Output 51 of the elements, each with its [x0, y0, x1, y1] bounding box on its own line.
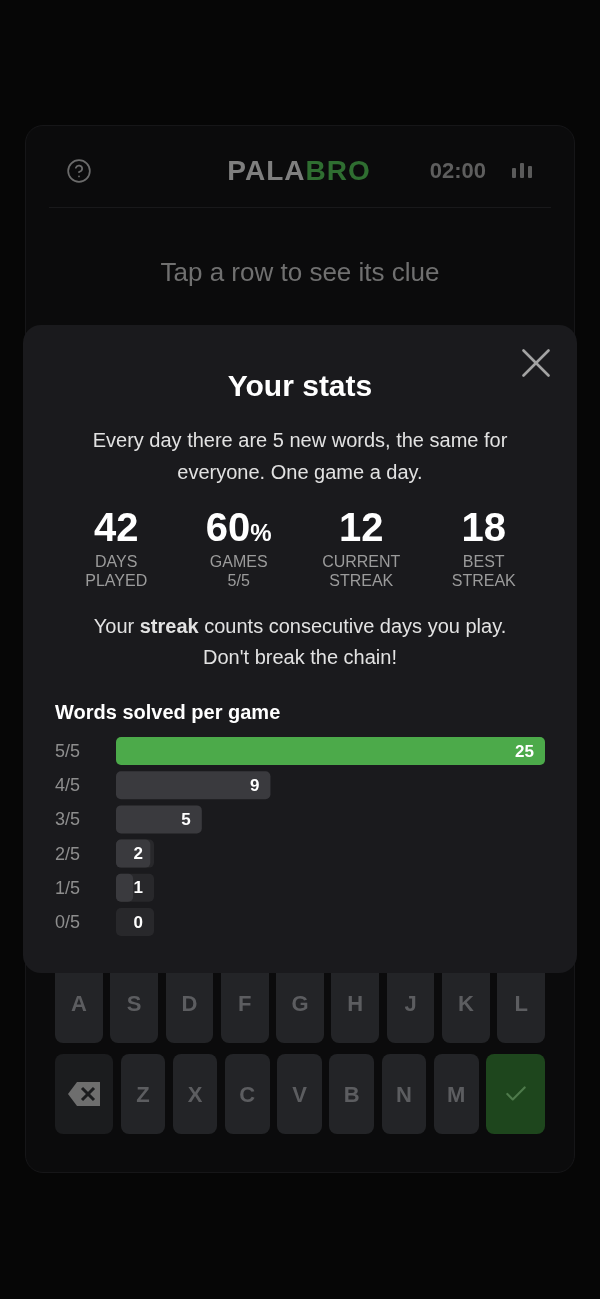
- letter-key[interactable]: A: [55, 973, 103, 1043]
- stat-value: 18: [461, 505, 506, 549]
- letter-key[interactable]: M: [433, 1054, 479, 1134]
- stat-value: 42: [94, 505, 139, 549]
- chart-title: Words solved per game: [55, 700, 282, 724]
- letter-key[interactable]: K: [441, 973, 490, 1043]
- letter-key[interactable]: L: [497, 973, 546, 1043]
- streak-note: Your streak counts consecutive days you play. Don't break the chain!: [93, 614, 507, 670]
- value-label: 0: [133, 912, 143, 932]
- help-icon[interactable]: [66, 157, 92, 184]
- category-label: 5/5: [55, 741, 81, 761]
- letter-key[interactable]: H: [331, 973, 380, 1043]
- backspace-key[interactable]: [55, 1054, 113, 1134]
- category-label: 2/5: [55, 843, 81, 864]
- category-label: 0/5: [55, 912, 81, 932]
- bar-chart-icon[interactable]: [512, 163, 532, 178]
- dialog-title: Your stats: [227, 368, 373, 404]
- stat-value: 12: [339, 505, 384, 549]
- stat-label: BEST STREAK: [451, 552, 516, 590]
- close-icon: [522, 349, 550, 377]
- close-button[interactable]: [522, 349, 550, 377]
- value-label: 25: [515, 741, 534, 761]
- timer: 02:00: [429, 156, 486, 185]
- value-label: 1: [133, 878, 143, 898]
- value-label: 5: [181, 809, 191, 829]
- category-label: 3/5: [55, 809, 81, 830]
- category-label: 4/5: [55, 775, 81, 796]
- intro-text: Every day there are 5 new words, the same for everyone. One game a day.: [91, 428, 509, 485]
- stat-label: CURRENT STREAK: [322, 552, 401, 590]
- letter-key[interactable]: X: [172, 1054, 218, 1134]
- value-label: 9: [249, 775, 260, 795]
- letter-key[interactable]: Z: [120, 1054, 166, 1134]
- letter-key[interactable]: N: [381, 1054, 427, 1134]
- letter-key[interactable]: V: [277, 1054, 322, 1134]
- backspace-icon: [68, 1082, 100, 1106]
- letter-key[interactable]: S: [110, 973, 159, 1043]
- enter-key[interactable]: [486, 1054, 546, 1134]
- bar: [116, 873, 134, 902]
- letter-key[interactable]: J: [386, 973, 435, 1043]
- letter-key[interactable]: G: [276, 973, 324, 1043]
- stat-label: DAYS PLAYED: [85, 552, 148, 590]
- letter-key[interactable]: B: [329, 1054, 375, 1134]
- letter-key[interactable]: F: [220, 973, 269, 1043]
- letter-key[interactable]: C: [224, 1054, 270, 1134]
- stat-value: 60%: [205, 505, 272, 549]
- stat-label: GAMES 5/5: [209, 552, 268, 590]
- letter-key[interactable]: D: [165, 973, 214, 1043]
- hint-text: Tap a row to see its clue: [160, 256, 440, 288]
- logo: PALABRO: [227, 153, 371, 188]
- category-label: 1/5: [55, 877, 81, 898]
- value-label: 2: [133, 844, 143, 864]
